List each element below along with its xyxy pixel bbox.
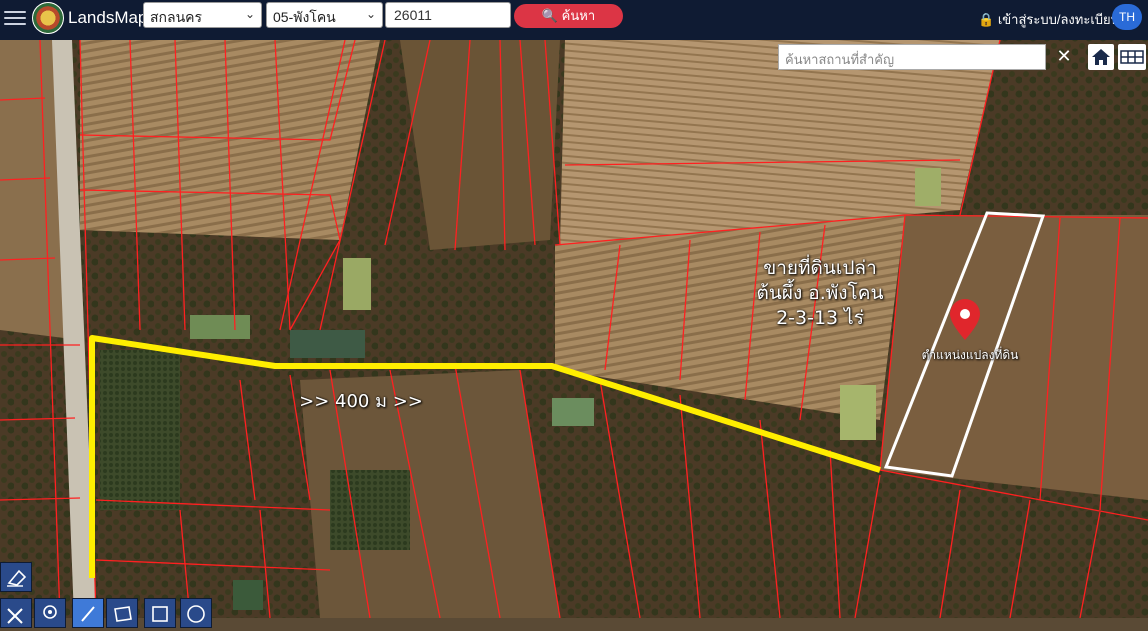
pin-icon <box>43 605 57 619</box>
listing-line-2: ต้นผึ้ง อ.พังโคน <box>756 282 884 304</box>
pond-6 <box>915 168 941 206</box>
measure-tool-button[interactable] <box>0 598 32 628</box>
lock-icon: 🔒 <box>978 12 995 27</box>
province-value: สกลนคร <box>150 9 203 25</box>
top-bar: LandsMaps สกลนคร ⌄ 05-พังโคน ⌄ 26011 🔍 ค… <box>0 0 1148 40</box>
login-link[interactable]: 🔒 เข้าสู่ระบบ/ลงทะเบียน <box>978 9 1120 30</box>
home-icon <box>1092 49 1110 65</box>
circle-tool-button[interactable] <box>180 598 212 628</box>
home-button[interactable] <box>1088 44 1114 70</box>
login-label: เข้าสู่ระบบ/ลงทะเบียน <box>997 12 1120 27</box>
pond-5 <box>840 385 876 440</box>
chevron-down-icon: ⌄ <box>244 7 255 21</box>
place-search-input[interactable]: ค้นหาสถานที่สำคัญ <box>778 44 1046 70</box>
pond-4 <box>552 398 594 426</box>
search-icon: 🔍 <box>541 8 559 23</box>
rectangle-icon <box>152 606 168 622</box>
pond-3 <box>343 258 371 310</box>
eraser-icon <box>7 569 27 587</box>
orchard-west <box>100 350 180 510</box>
listing-line-1: ขายที่ดินเปล่า <box>763 257 877 279</box>
line-tool-button[interactable] <box>72 598 104 628</box>
district-select[interactable]: 05-พังโคน ⌄ <box>266 2 383 28</box>
rectangle-tool-button[interactable] <box>144 598 176 628</box>
grid-icon <box>1120 50 1144 64</box>
marker-label: ตำแหน่งแปลงที่ดิน <box>921 348 1019 362</box>
pond-2 <box>290 330 365 358</box>
department-logo <box>32 2 64 34</box>
ruler-icon <box>7 608 23 624</box>
district-value: 05-พังโคน <box>273 9 336 25</box>
distance-label: >> 400 ม >> <box>299 391 423 412</box>
polygon-tool-button[interactable] <box>106 598 138 628</box>
circle-icon <box>187 605 205 623</box>
pond-1 <box>190 315 250 339</box>
menu-icon[interactable] <box>4 7 26 29</box>
search-button-label: ค้นหา <box>561 8 596 23</box>
search-button[interactable]: 🔍 ค้นหา <box>514 4 623 28</box>
field-north-left <box>80 40 380 240</box>
grid-layer-button[interactable] <box>1118 44 1146 70</box>
satellite-map[interactable] <box>0 40 1148 618</box>
marker-tool-button[interactable] <box>34 598 66 628</box>
pond-7 <box>233 580 263 610</box>
orchard-south <box>330 470 410 550</box>
parcel-number-input[interactable]: 26011 <box>385 2 511 28</box>
polygon-icon <box>114 606 132 622</box>
close-icon[interactable]: ✕ <box>1051 44 1077 70</box>
province-select[interactable]: สกลนคร ⌄ <box>143 2 262 28</box>
listing-text: ขายที่ดินเปล่า ต้นผึ้ง อ.พังโคน 2-3-13 ไ… <box>730 256 910 331</box>
listing-line-3: 2-3-13 ไร่ <box>776 307 864 329</box>
language-button[interactable]: TH <box>1112 4 1142 30</box>
eraser-tool-button[interactable] <box>0 562 32 592</box>
chevron-down-icon: ⌄ <box>365 7 376 21</box>
line-draw-icon <box>81 606 95 622</box>
